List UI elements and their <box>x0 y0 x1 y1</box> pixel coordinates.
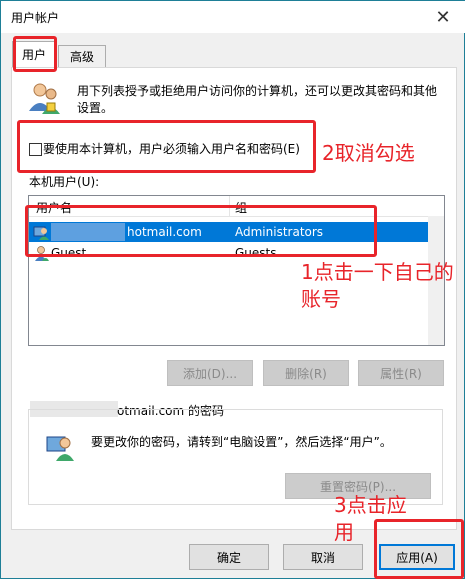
annotation-step1: 1点击一下自己的账号 <box>301 260 454 311</box>
cancel-button[interactable]: 取消 <box>283 544 363 570</box>
password-info-text: 要更改你的密码，请转到“电脑设置”，然后选择“用户”。 <box>91 435 392 449</box>
local-users-label: 本机用户(U): <box>29 175 100 189</box>
add-user-button[interactable]: 添加(D)... <box>167 360 253 386</box>
annotation-box-user-row <box>25 205 377 257</box>
properties-label: 属性(R) <box>380 366 422 381</box>
annotation-box-checkbox <box>17 120 316 173</box>
remove-user-button[interactable]: 删除(R) <box>263 360 349 386</box>
user-password-icon <box>46 436 74 461</box>
description-text: 用下列表授予或拒绝用户访问你的计算机，还可以更改其密码和其他设置。 <box>77 84 438 115</box>
users-icon <box>29 83 60 114</box>
annotation-box-users-tab <box>13 36 57 72</box>
tab-advanced-label: 高级 <box>69 50 94 64</box>
user-accounts-window: 用户帐户 ✕ 用户 高级 用下列表授予或拒绝用户访问你的计算机，还可以更改其密码… <box>0 0 465 579</box>
close-icon[interactable]: ✕ <box>420 1 465 33</box>
tab-advanced[interactable]: 高级 <box>58 45 106 67</box>
add-user-label: 添加(D)... <box>182 366 238 381</box>
annotation-step3: 3点击应用 <box>334 493 407 544</box>
window-title: 用户帐户 <box>11 11 60 25</box>
cancel-label: 取消 <box>310 550 335 565</box>
ok-button[interactable]: 确定 <box>189 544 269 570</box>
remove-user-label: 删除(R) <box>285 366 327 381</box>
ok-label: 确定 <box>216 550 241 565</box>
title-bar: 用户帐户 ✕ <box>1 1 465 33</box>
properties-button[interactable]: 属性(R) <box>358 360 444 386</box>
annotation-step2: 2取消勾选 <box>322 141 415 165</box>
